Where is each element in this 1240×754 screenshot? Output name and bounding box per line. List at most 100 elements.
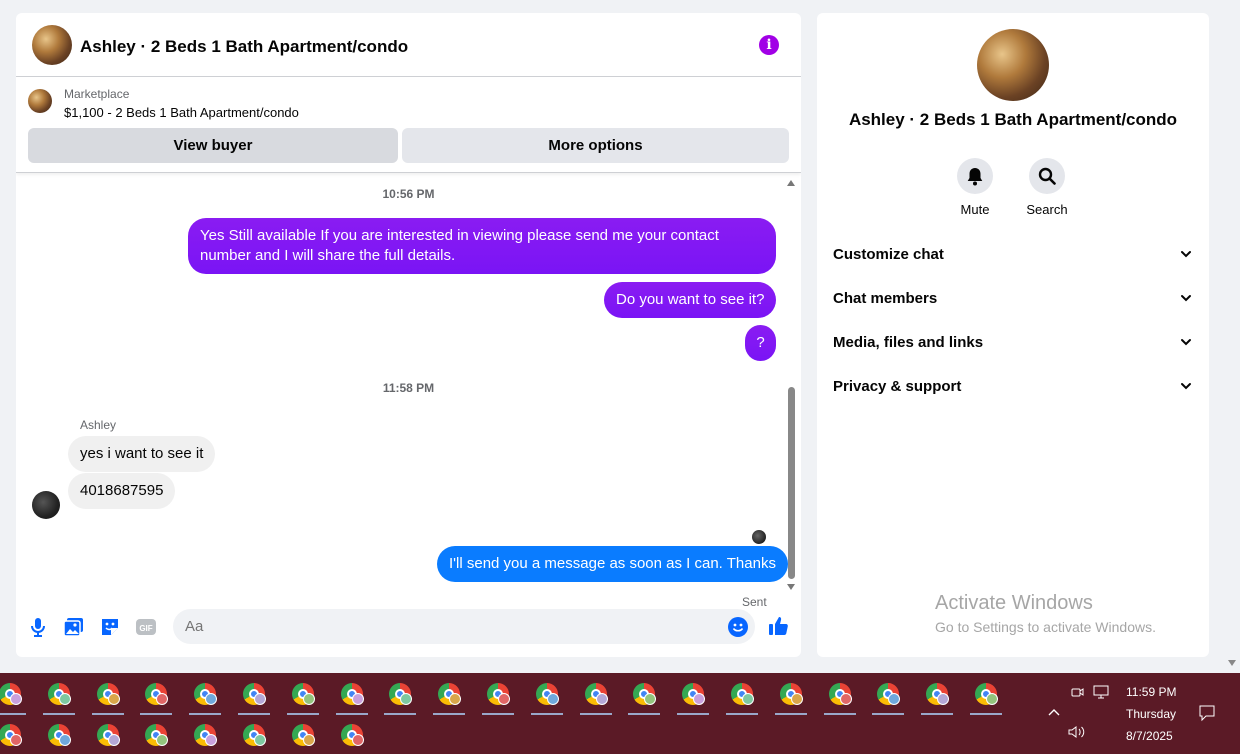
mute-label: Mute [960, 202, 990, 217]
emoji-icon[interactable] [728, 617, 748, 637]
chrome-taskbar-icon[interactable] [530, 679, 563, 715]
search-button[interactable]: Search [1012, 158, 1082, 217]
profile-badge-icon [205, 693, 218, 705]
notification-icon[interactable] [1198, 704, 1216, 722]
chat-title[interactable]: Ashley · 2 Beds 1 Bath Apartment/condo [80, 37, 408, 57]
meet-now-icon[interactable] [1070, 685, 1084, 699]
clock-date[interactable]: 8/7/2025 [1126, 729, 1173, 743]
photo-icon[interactable] [62, 615, 86, 639]
chrome-taskbar-icon[interactable] [287, 720, 319, 752]
running-indicator [384, 713, 417, 715]
sticker-icon[interactable] [98, 615, 122, 639]
chrome-taskbar-icon[interactable] [336, 720, 368, 752]
info-icon[interactable]: i [759, 35, 779, 55]
chrome-taskbar-icon[interactable] [42, 679, 75, 715]
mute-button[interactable]: Mute [940, 158, 1010, 217]
section-chat-members[interactable]: Chat members [833, 290, 1193, 307]
scrollbar-thumb[interactable] [788, 387, 795, 579]
running-indicator [872, 713, 905, 715]
chrome-taskbar-icon[interactable] [823, 679, 856, 715]
chrome-taskbar-icon[interactable] [91, 679, 124, 715]
chrome-taskbar-icon[interactable] [482, 679, 514, 715]
chrome-taskbar-icon[interactable] [189, 679, 222, 715]
clock-day[interactable]: Thursday [1126, 707, 1176, 721]
running-indicator [189, 713, 222, 715]
profile-badge-icon [546, 693, 559, 705]
activate-windows-watermark: Activate Windows Go to Settings to activ… [935, 592, 1156, 635]
chrome-taskbar-icon[interactable] [384, 679, 417, 715]
listing-thumbnail[interactable] [28, 89, 52, 113]
details-panel: Ashley · 2 Beds 1 Bath Apartment/condo M… [817, 13, 1209, 657]
profile-badge-icon [742, 693, 754, 705]
chrome-taskbar-icon[interactable] [238, 679, 270, 715]
sender-name: Ashley [80, 418, 117, 432]
incoming-message[interactable]: yes i want to see it [68, 436, 216, 472]
listing-title[interactable]: $1,100 - 2 Beds 1 Bath Apartment/condo [64, 105, 299, 120]
running-indicator [91, 713, 124, 715]
microphone-icon[interactable] [26, 615, 50, 639]
outgoing-message[interactable]: Do you want to see it? [604, 282, 777, 318]
profile-badge-icon [790, 693, 803, 705]
marketplace-label: Marketplace [64, 87, 130, 101]
chrome-taskbar-icon[interactable] [433, 679, 466, 715]
profile-badge-icon [156, 734, 169, 746]
chrome-taskbar-icon[interactable] [677, 679, 710, 715]
profile-badge-icon [449, 693, 462, 705]
more-options-button[interactable]: More options [402, 128, 789, 163]
chrome-taskbar-icon[interactable] [872, 679, 905, 715]
chevron-up-icon[interactable] [1048, 707, 1060, 717]
section-privacy-support[interactable]: Privacy & support [833, 378, 1193, 395]
chrome-taskbar-icon[interactable] [140, 720, 172, 752]
profile-badge-icon [644, 693, 657, 705]
network-icon[interactable] [1093, 685, 1109, 699]
details-avatar[interactable] [977, 29, 1049, 101]
outgoing-message[interactable]: Yes Still available If you are intereste… [188, 218, 776, 274]
system-tray: 11:59 PM Thursday 8/7/2025 [1040, 673, 1240, 754]
chrome-taskbar-icon[interactable] [43, 720, 75, 752]
view-buyer-button[interactable]: View buyer [28, 128, 398, 163]
running-indicator [628, 713, 661, 715]
profile-badge-icon [10, 693, 22, 705]
chrome-taskbar-icon[interactable] [238, 720, 270, 752]
chevron-down-icon [1181, 339, 1191, 346]
message-input[interactable] [173, 609, 755, 644]
details-title: Ashley · 2 Beds 1 Bath Apartment/condo [848, 110, 1178, 129]
svg-text:GIF: GIF [139, 624, 152, 633]
chrome-taskbar-icon[interactable] [140, 679, 173, 715]
running-indicator [726, 713, 758, 715]
chrome-taskbar-icon[interactable] [579, 679, 612, 715]
sender-avatar[interactable] [32, 491, 60, 519]
chrome-taskbar-icon[interactable] [0, 679, 26, 715]
outgoing-message[interactable]: I'll send you a message as soon as I can… [437, 546, 788, 582]
chrome-taskbar-icon[interactable] [726, 679, 758, 715]
scroll-down-arrow[interactable] [787, 584, 795, 590]
composer: GIF [16, 607, 801, 657]
chrome-taskbar-icon[interactable] [92, 720, 124, 752]
message-list: 10:56 PM Yes Still available If you are … [16, 174, 801, 609]
chrome-taskbar-icon[interactable] [774, 679, 807, 715]
gif-icon[interactable]: GIF [134, 615, 158, 639]
bell-icon [967, 168, 983, 186]
section-media-files-links[interactable]: Media, files and links [833, 334, 1193, 351]
chrome-taskbar-icon[interactable] [286, 679, 319, 715]
chrome-taskbar-icon[interactable] [189, 720, 221, 752]
outgoing-message[interactable]: ? [745, 325, 776, 361]
running-indicator [823, 713, 856, 715]
scroll-up-arrow[interactable] [787, 180, 795, 186]
chrome-taskbar-icon[interactable] [628, 679, 661, 715]
profile-badge-icon [937, 693, 950, 705]
running-indicator [42, 713, 75, 715]
incoming-message[interactable]: 4018687595 [68, 473, 176, 509]
chrome-taskbar-icon[interactable] [0, 720, 26, 752]
chat-avatar[interactable] [32, 25, 72, 65]
chrome-taskbar-icon[interactable] [335, 679, 368, 715]
chrome-taskbar-icon[interactable] [921, 679, 954, 715]
clock-time[interactable]: 11:59 PM [1126, 685, 1176, 699]
section-label: Customize chat [833, 246, 944, 263]
thumbs-up-icon[interactable] [767, 614, 791, 638]
chevron-down-icon [1181, 251, 1191, 258]
page-scroll-down-arrow[interactable] [1228, 660, 1236, 666]
section-customize-chat[interactable]: Customize chat [833, 246, 1193, 263]
chrome-taskbar-icon[interactable] [970, 679, 1002, 715]
volume-icon[interactable] [1068, 725, 1086, 739]
